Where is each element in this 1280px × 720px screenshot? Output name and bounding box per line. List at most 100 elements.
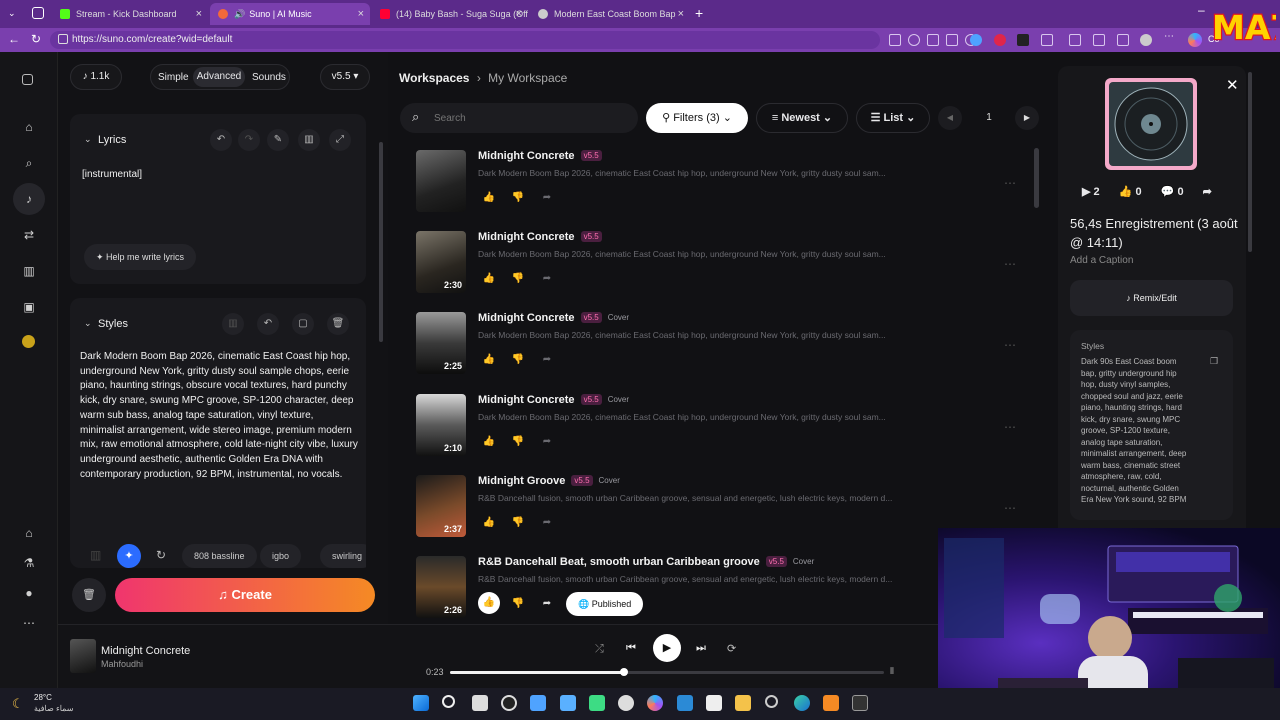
library-icon[interactable]: ▥ — [222, 313, 244, 335]
expand-icon[interactable]: ⤢ — [329, 129, 351, 151]
song-row[interactable]: 2:10 Midnight Concrete v5.5 Cover Dark Moder… — [416, 392, 1046, 472]
close-icon[interactable]: × — [196, 8, 202, 20]
temperature[interactable]: 28°C — [34, 693, 52, 702]
song-title[interactable]: Midnight Concrete — [478, 150, 575, 162]
redo-icon[interactable]: ↷ — [238, 129, 260, 151]
refresh-icon[interactable]: ↻ — [156, 548, 166, 562]
library-icon[interactable]: ▥ — [22, 264, 36, 278]
zoom-icon[interactable] — [908, 34, 920, 46]
create-button[interactable]: ♫ Create — [115, 578, 375, 612]
back-icon[interactable]: ← — [8, 32, 20, 46]
copy-icon[interactable]: ❐ — [1210, 356, 1218, 367]
capcut-icon[interactable] — [706, 695, 722, 711]
left-scrollbar[interactable] — [379, 142, 383, 342]
chevron-down-icon[interactable]: ⌄ — [84, 134, 92, 145]
tab-kick[interactable]: Stream - Kick Dashboard × — [52, 3, 208, 25]
style-tag[interactable]: 808 bassline — [182, 544, 257, 568]
song-title[interactable]: Midnight Concrete — [478, 394, 575, 406]
thumbs-down-icon[interactable]: 👎 — [511, 273, 525, 284]
apps-icon[interactable] — [889, 34, 901, 46]
remix-edit-button[interactable]: ♪ Remix/Edit — [1070, 280, 1233, 316]
edit-icon[interactable]: ✎ — [267, 129, 289, 151]
play-button[interactable]: ▶ — [653, 634, 681, 662]
extension-red-icon[interactable] — [994, 34, 1006, 46]
close-icon[interactable]: × — [678, 8, 684, 20]
progress-handle[interactable] — [619, 668, 628, 676]
downloads-icon[interactable] — [1117, 34, 1129, 46]
home-icon[interactable]: ⌂ — [22, 120, 36, 134]
folder-icon[interactable] — [735, 695, 751, 711]
shuffle-icon[interactable]: ⤮ — [595, 643, 604, 656]
profile-avatar[interactable] — [1140, 34, 1152, 46]
more-options-icon[interactable]: ⋯ — [1004, 501, 1016, 515]
song-row[interactable]: 2:30 Midnight Concrete v5.5 Dark Modern Boo… — [416, 229, 1046, 309]
studio-icon[interactable]: ▣ — [22, 300, 36, 314]
mode-simple[interactable]: Simple — [158, 72, 189, 83]
fl-studio-icon[interactable] — [823, 695, 839, 711]
progress-track[interactable] — [450, 671, 884, 674]
copy-icon[interactable]: ▢ — [292, 313, 314, 335]
undo-icon[interactable]: ↶ — [210, 129, 232, 151]
more-icon[interactable]: ⋯ — [22, 616, 36, 630]
lyrics-text[interactable]: [instrumental] — [82, 168, 142, 183]
copilot-icon[interactable] — [1188, 33, 1202, 47]
share-icon[interactable]: ➦ — [540, 273, 554, 284]
reload-icon[interactable]: ↻ — [31, 32, 41, 46]
thumbs-up-icon[interactable]: 👍 — [1119, 186, 1133, 198]
credits-badge[interactable]: ♪ 1.1k — [70, 64, 122, 90]
library-icon[interactable]: ▥ — [298, 129, 320, 151]
extension-dark-icon[interactable] — [1017, 34, 1029, 46]
style-tag[interactable]: igbo — [260, 544, 302, 568]
song-thumbnail[interactable]: 2:10 — [416, 394, 466, 456]
song-title[interactable]: R&B Dancehall Beat, smooth urban Caribbe… — [478, 556, 760, 568]
waveform-icon[interactable]: ⦀ — [890, 666, 894, 677]
help-write-lyrics-button[interactable]: ✦ Help me write lyrics — [84, 244, 197, 270]
tab-modern-east-coast[interactable]: Modern East Coast Boom Bap × — [530, 3, 690, 25]
lab-icon[interactable]: ⚗ — [22, 556, 36, 570]
song-title[interactable]: Midnight Concrete — [478, 231, 575, 243]
more-options-icon[interactable]: ⋯ — [1004, 257, 1016, 271]
split-screen-icon[interactable] — [1069, 34, 1081, 46]
thumbs-down-icon[interactable]: 👎 — [511, 436, 525, 447]
share-icon[interactable]: ➦ — [540, 354, 554, 365]
mode-sounds[interactable]: Sounds — [252, 72, 286, 83]
song-thumbnail[interactable]: 2:26 — [416, 556, 466, 618]
song-thumbnail[interactable]: 2:30 — [416, 231, 466, 293]
close-icon[interactable]: ✕ — [1226, 76, 1239, 94]
song-thumbnail[interactable] — [416, 150, 466, 212]
next-page-button[interactable]: ▶ — [1015, 106, 1039, 130]
more-options-icon[interactable]: ⋯ — [1004, 176, 1016, 190]
start-icon[interactable] — [413, 695, 429, 711]
thumbs-up-icon[interactable]: 👍 — [482, 192, 496, 203]
view-select[interactable]: ☰ List ⌄ — [856, 103, 930, 133]
url-field[interactable]: https://suno.com/create?wid=default — [50, 31, 880, 49]
song-title[interactable]: Midnight Concrete — [478, 312, 575, 324]
more-options-icon[interactable]: ⋯ — [1004, 420, 1016, 434]
share-icon[interactable]: ➦ — [540, 517, 554, 528]
files-icon[interactable] — [530, 695, 546, 711]
threads-icon[interactable] — [618, 695, 634, 711]
favorites-icon[interactable] — [1093, 34, 1105, 46]
translate-icon[interactable] — [946, 34, 958, 46]
magic-icon[interactable]: ✦ — [117, 544, 141, 568]
style-tag[interactable]: swirling — [320, 544, 366, 568]
song-thumbnail[interactable]: 2:25 — [416, 312, 466, 374]
now-playing-thumb[interactable] — [70, 639, 96, 673]
obs-icon[interactable] — [501, 695, 517, 711]
caption-input[interactable]: Add a Caption — [1070, 255, 1133, 266]
sort-select[interactable]: ≡ Newest ⌄ — [756, 103, 848, 133]
next-icon[interactable]: ⏭ — [696, 642, 706, 655]
settings-icon[interactable] — [765, 695, 778, 708]
library-icon[interactable]: ▥ — [90, 548, 101, 562]
extensions-icon[interactable] — [1041, 34, 1053, 46]
workspaces-icon[interactable] — [32, 7, 44, 19]
previous-icon[interactable]: ⏮ — [626, 642, 636, 655]
song-thumbnail[interactable]: 2:37 — [416, 475, 466, 537]
filters-button[interactable]: ⚲ Filters (3) ⌄ — [646, 103, 748, 133]
shuffle-icon[interactable]: ⇄ — [22, 228, 36, 242]
trash-button[interactable]: 🗑 — [72, 578, 106, 612]
version-select[interactable]: v5.5 ▾ — [320, 64, 370, 90]
share-icon[interactable]: ➦ — [540, 192, 554, 203]
tab-youtube[interactable]: (14) Baby Bash - Suga Suga (Offici × — [372, 3, 528, 25]
styles-text[interactable]: Dark Modern Boom Bap 2026, cinematic Eas… — [80, 350, 358, 482]
